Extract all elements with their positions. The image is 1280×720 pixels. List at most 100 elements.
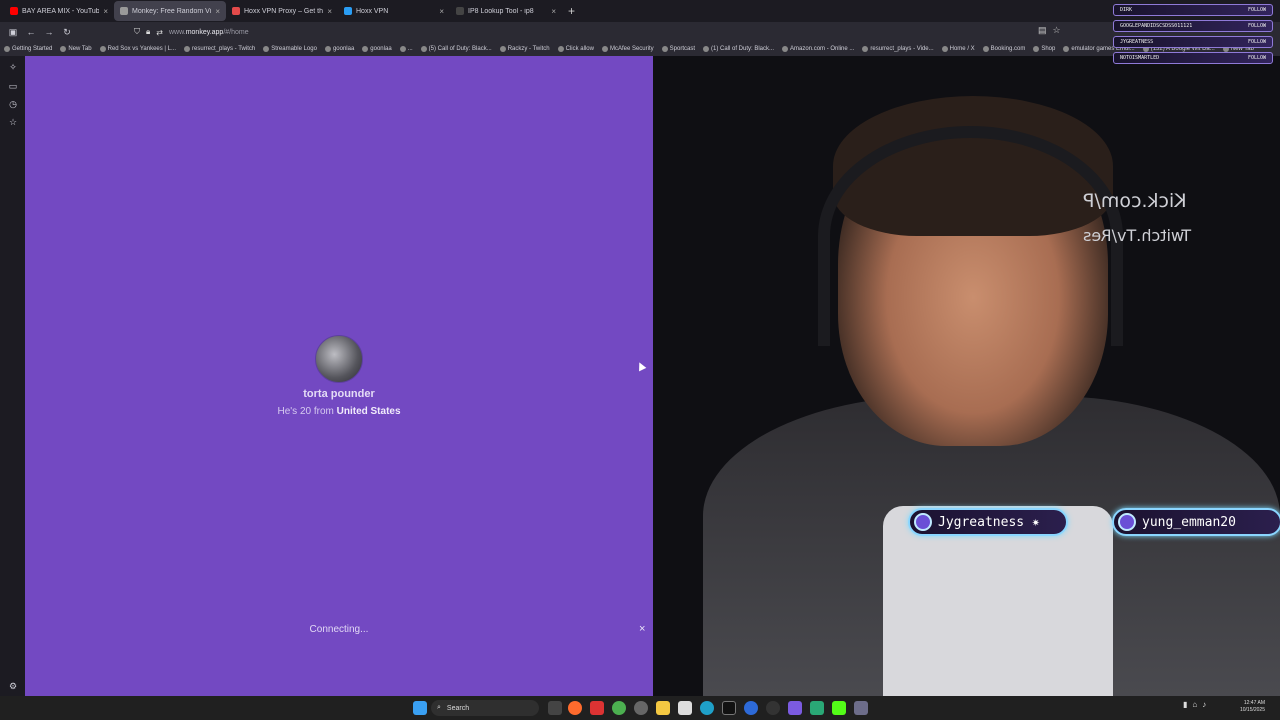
firefox-icon[interactable] <box>568 701 582 715</box>
start-icon[interactable] <box>413 701 427 715</box>
bookmark-favicon-icon <box>263 46 270 52</box>
tab[interactable]: Hoxx VPN × <box>338 1 450 21</box>
close-icon[interactable]: × <box>639 623 645 635</box>
clock[interactable]: 12:47 AM 10/15/2025 <box>1225 700 1265 714</box>
tab-favicon-icon <box>120 7 128 15</box>
bookmark-item[interactable]: resurrect_plays - Vide... <box>862 46 934 52</box>
user-icon <box>914 513 932 531</box>
app-icon[interactable] <box>854 701 868 715</box>
profile-details: He's 20 from United States <box>277 406 401 417</box>
customize-sidebar-icon[interactable]: ⚙ <box>7 680 19 692</box>
bookmark-favicon-icon <box>99 46 106 52</box>
tab-close-icon[interactable]: × <box>551 7 556 16</box>
edge-icon[interactable] <box>700 701 714 715</box>
app-icon[interactable] <box>590 701 604 715</box>
bookmark-favicon-icon <box>1063 46 1070 52</box>
network-icon[interactable]: ⌂ <box>1192 700 1197 709</box>
search-icon: ⌕ <box>437 704 441 711</box>
tab-close-icon[interactable]: × <box>103 7 108 16</box>
synced-tabs-icon[interactable]: ▭ <box>7 80 19 92</box>
back-icon[interactable]: ← <box>22 27 40 37</box>
forward-icon[interactable]: → <box>40 27 58 37</box>
tab[interactable]: BAY AREA MIX - YouTube × <box>4 1 114 21</box>
mouse-cursor-icon <box>635 360 647 372</box>
bookmark-item[interactable]: Sportcast <box>661 46 695 52</box>
terminal-icon[interactable] <box>722 701 736 715</box>
app-icon[interactable] <box>744 701 758 715</box>
bookmark-label: McAfee Security <box>609 46 654 52</box>
battery-icon[interactable]: ▮ <box>1183 700 1187 709</box>
bookmark-item[interactable]: Streamable Logo <box>263 46 317 52</box>
bookmark-item[interactable]: (5) Call of Duty: Black... <box>420 46 492 52</box>
tab[interactable]: IP8 Lookup Tool - ip8 × <box>450 1 562 21</box>
alert-user: JYGREATNESS <box>1120 39 1154 45</box>
bookmark-label: Shop <box>1041 46 1056 52</box>
bookmark-item[interactable]: goonlaa <box>362 46 392 52</box>
task-view-icon[interactable] <box>548 701 562 715</box>
bookmark-label: ... <box>407 46 413 52</box>
shield-icon[interactable]: ⛉ <box>134 27 140 37</box>
reload-icon[interactable]: ↻ <box>58 27 76 38</box>
bookmark-item[interactable]: Getting Started <box>4 46 52 52</box>
url-bar[interactable]: ⛉ 🔒︎ ⇄ www.monkey.app/#/home <box>134 24 1054 40</box>
bookmark-item[interactable]: Rackzy - Twitch <box>499 46 550 52</box>
bookmark-favicon-icon <box>60 46 67 52</box>
bookmark-favicon-icon <box>399 46 406 52</box>
sidebar-toggle-icon[interactable]: ▣ <box>4 27 22 38</box>
ai-chat-icon[interactable]: ✧ <box>7 61 19 73</box>
bookmark-favicon-icon <box>941 46 948 52</box>
reader-view-icon[interactable]: ▤ <box>1038 25 1047 36</box>
alert-action: FOLLOW <box>1247 55 1266 61</box>
bookmark-item[interactable]: (1) Call of Duty: Black... <box>703 46 774 52</box>
webcam-feed: Kick.com/P Twitch.Tv/Res Jygreatness ✷ y… <box>653 56 1280 696</box>
lock-icon[interactable]: 🔒︎ <box>146 27 150 37</box>
bookmark-favicon-icon <box>499 46 506 52</box>
user-icon <box>1118 513 1136 531</box>
permissions-icon[interactable]: ⇄ <box>156 28 163 37</box>
bookmark-favicon-icon <box>982 46 989 52</box>
tab[interactable]: Hoxx VPN Proxy – Get this Exte × <box>226 1 338 21</box>
browser-sidebar: ✧ ▭ ◷ ☆ ⚙ <box>0 56 25 696</box>
nav-bar: ▣ ← → ↻ ⛉ 🔒︎ ⇄ www.monkey.app/#/home ▤ ☆ <box>0 22 1280 42</box>
bookmark-label: Getting Started <box>12 46 53 52</box>
app-icon[interactable] <box>634 701 648 715</box>
taskbar-search[interactable]: ⌕ Search <box>431 700 539 716</box>
app-icon[interactable] <box>788 701 802 715</box>
tab-label: IP8 Lookup Tool - ip8 <box>468 7 534 15</box>
bookmark-label: Rackzy - Twitch <box>507 46 550 52</box>
app-icon[interactable] <box>832 701 846 715</box>
bookmark-item[interactable]: Click allow <box>557 46 594 52</box>
url-text[interactable]: www.monkey.app/#/home <box>169 29 249 36</box>
tab-close-icon[interactable]: × <box>439 7 444 16</box>
bookmark-item[interactable]: Home / X <box>941 46 975 52</box>
tab[interactable]: Monkey: Free Random Video C× <box>114 1 226 21</box>
bookmarks-icon[interactable]: ☆ <box>7 116 19 128</box>
screen: BAY AREA MIX - YouTube × Monkey: Free Rand… <box>0 0 1280 720</box>
bookmark-item[interactable]: McAfee Security <box>601 46 654 52</box>
volume-icon[interactable]: ♪ <box>1202 700 1206 709</box>
bookmark-item[interactable]: ... <box>399 46 413 52</box>
tab-favicon-icon <box>10 7 18 15</box>
new-tab-button[interactable]: + <box>562 4 581 18</box>
bookmark-label: Amazon.com - Online ... <box>790 46 855 52</box>
bookmark-label: Booking.com <box>990 46 1026 52</box>
chrome-icon[interactable] <box>612 701 626 715</box>
bookmark-item[interactable]: Amazon.com - Online ... <box>782 46 854 52</box>
bookmark-item[interactable]: Shop <box>1033 46 1055 52</box>
bookmark-label: Streamable Logo <box>271 46 317 52</box>
profile-name: torta pounder <box>303 388 375 400</box>
file-explorer-icon[interactable] <box>656 701 670 715</box>
bookmark-star-icon[interactable]: ☆ <box>1053 25 1061 36</box>
tab-close-icon[interactable]: × <box>327 7 332 16</box>
bookmark-item[interactable]: resurrect_plays - Twitch <box>183 46 255 52</box>
bookmark-item[interactable]: goonlaa <box>324 46 354 52</box>
obs-icon[interactable] <box>766 701 780 715</box>
tab-close-icon[interactable]: × <box>215 7 220 16</box>
bookmark-item[interactable]: Red Sox vs Yankees | L... <box>99 46 176 52</box>
app-icon[interactable] <box>810 701 824 715</box>
history-icon[interactable]: ◷ <box>7 98 19 110</box>
bookmark-item[interactable]: New Tab <box>60 46 92 52</box>
bookmark-item[interactable]: Booking.com <box>982 46 1026 52</box>
store-icon[interactable] <box>678 701 692 715</box>
bookmark-label: (5) Call of Duty: Black... <box>428 46 492 52</box>
